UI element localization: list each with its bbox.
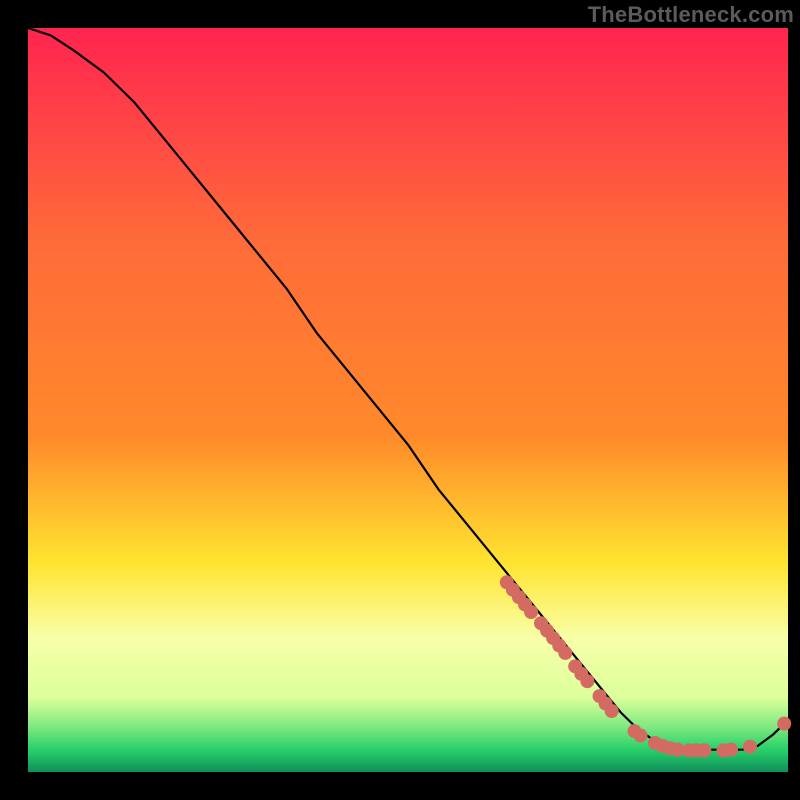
datapoint-dot bbox=[697, 743, 711, 757]
datapoint-dot bbox=[580, 674, 594, 688]
datapoint-dot bbox=[743, 740, 757, 754]
bottleneck-chart bbox=[0, 0, 800, 800]
datapoint-dot bbox=[724, 743, 738, 757]
datapoint-dot bbox=[777, 717, 791, 731]
plot-background bbox=[28, 28, 788, 772]
datapoint-dot bbox=[558, 646, 572, 660]
chart-stage: TheBottleneck.com bbox=[0, 0, 800, 800]
watermark-text: TheBottleneck.com bbox=[588, 2, 794, 28]
datapoint-dot bbox=[634, 729, 648, 743]
datapoint-dot bbox=[524, 605, 538, 619]
datapoint-dot bbox=[605, 704, 619, 718]
